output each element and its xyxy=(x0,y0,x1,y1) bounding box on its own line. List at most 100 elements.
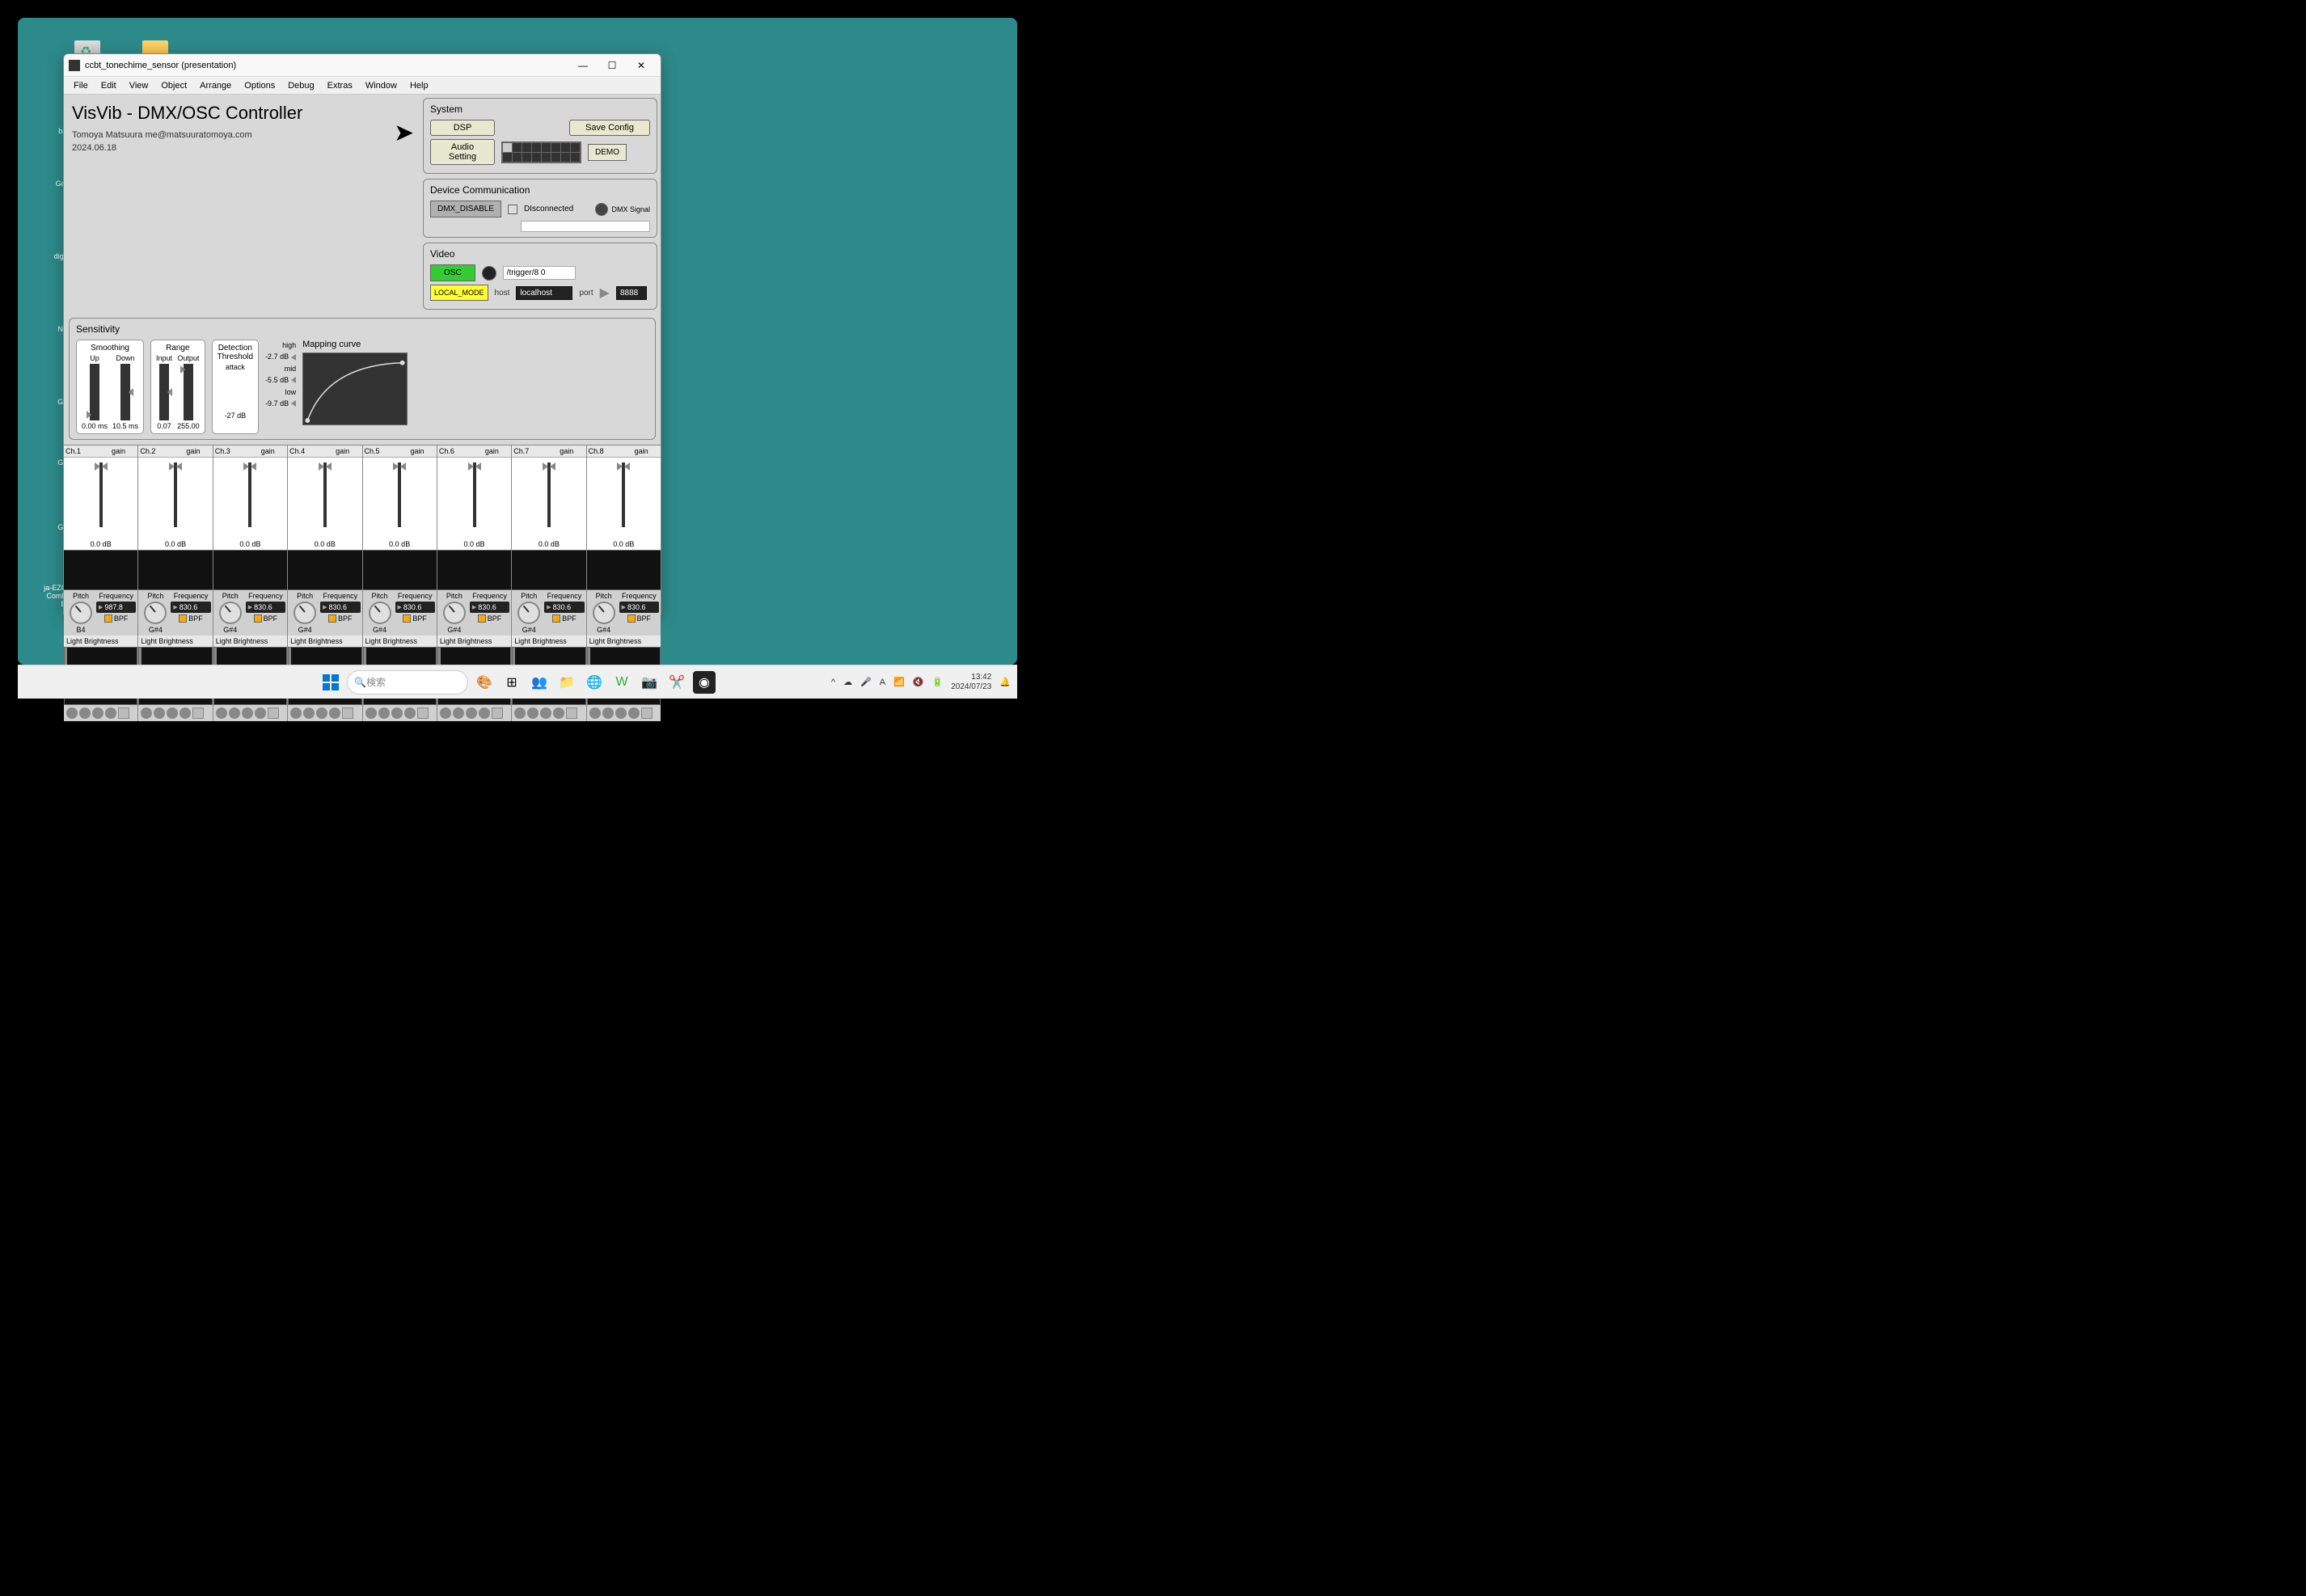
curve-editor[interactable] xyxy=(302,353,408,425)
teams-icon[interactable]: 👥 xyxy=(528,671,551,694)
pd-icon[interactable]: ◉ xyxy=(693,671,716,694)
dsp-button[interactable]: DSP xyxy=(430,120,495,136)
bpf-checkbox[interactable] xyxy=(328,614,336,623)
port-input[interactable] xyxy=(616,286,647,300)
save-config-button[interactable]: Save Config xyxy=(569,120,650,136)
frequency-value[interactable]: 987.8 xyxy=(96,602,136,613)
notifications-icon[interactable]: 🔔 xyxy=(999,677,1011,687)
pitch-knob[interactable] xyxy=(517,602,540,624)
pitch-knob[interactable] xyxy=(443,602,466,624)
demo-button[interactable]: DEMO xyxy=(588,144,627,161)
gain-slider[interactable] xyxy=(622,462,625,527)
close-button[interactable]: ✕ xyxy=(627,56,656,75)
ime-icon[interactable]: A xyxy=(880,678,885,687)
osc-button[interactable]: OSC xyxy=(430,264,475,281)
menu-help[interactable]: Help xyxy=(851,130,883,145)
bpf-checkbox[interactable] xyxy=(104,614,112,623)
volume-icon[interactable]: 🔇 xyxy=(913,677,924,687)
gain-slider[interactable] xyxy=(398,462,401,527)
menu-edit[interactable]: Edit xyxy=(95,78,123,93)
local-mode-button[interactable]: LOCAL_MODE xyxy=(430,285,488,301)
snip-icon[interactable]: ✂️ xyxy=(665,671,688,694)
wifi-icon[interactable]: 📶 xyxy=(893,677,905,687)
close-button[interactable]: ✕ xyxy=(961,182,990,201)
explorer-icon[interactable]: 📁 xyxy=(555,671,578,694)
task-view-icon[interactable]: ⊞ xyxy=(500,671,523,694)
main-window[interactable]: ccbt_tonechime_sensor (presentation) — ☐… xyxy=(63,53,661,615)
filter-input[interactable]: 🔍 Filter xyxy=(791,151,912,165)
minimize-button[interactable]: — xyxy=(847,108,876,127)
clock[interactable]: 13:42 2024/07/23 xyxy=(951,673,991,692)
app-icon[interactable]: W xyxy=(610,671,633,694)
bpf-checkbox[interactable] xyxy=(179,614,187,623)
menu-object[interactable]: Object xyxy=(154,78,193,93)
explorer-window[interactable]: — ☐ ✕ 🔍 詳細 xyxy=(689,179,996,608)
start-button[interactable] xyxy=(319,671,342,694)
pitch-knob[interactable] xyxy=(593,602,615,624)
disconnected-checkbox[interactable] xyxy=(508,205,517,214)
bpf-checkbox[interactable] xyxy=(552,614,560,623)
close-button[interactable]: ✕ xyxy=(905,108,934,127)
smoothing-up-slider[interactable] xyxy=(90,364,99,420)
gain-slider[interactable] xyxy=(473,462,476,527)
minimize-button[interactable]: — xyxy=(568,56,598,75)
frequency-value[interactable]: 830.6 xyxy=(246,602,285,613)
gain-slider[interactable] xyxy=(547,462,551,527)
pitch-knob[interactable] xyxy=(369,602,391,624)
menu-view[interactable]: View xyxy=(123,78,155,93)
gain-slider[interactable] xyxy=(174,462,177,527)
menu-options[interactable]: Options xyxy=(238,78,281,93)
frequency-value[interactable]: 830.6 xyxy=(544,602,584,613)
view-toggle[interactable] xyxy=(961,589,995,607)
menu-file[interactable]: File xyxy=(67,78,95,93)
search-icon[interactable]: 🔍 xyxy=(966,207,987,228)
battery-icon[interactable]: 🔋 xyxy=(932,677,944,687)
menu-help[interactable]: Help xyxy=(403,78,435,93)
pitch-knob[interactable] xyxy=(70,602,92,624)
frequency-value[interactable]: 830.6 xyxy=(619,602,659,613)
menu-arrange[interactable]: Arrange xyxy=(193,78,238,93)
pitch-knob[interactable] xyxy=(144,602,167,624)
mic-icon[interactable]: 🎤 xyxy=(860,677,872,687)
frequency-value[interactable]: 830.6 xyxy=(320,602,360,613)
taskbar-search[interactable]: 🔍 検索 xyxy=(347,670,468,695)
copilot-icon[interactable]: 🎨 xyxy=(473,671,496,694)
gain-slider[interactable] xyxy=(248,462,251,527)
add-button[interactable]: + xyxy=(919,150,932,165)
bpf-checkbox[interactable] xyxy=(254,614,262,623)
trigger-input[interactable] xyxy=(503,266,576,280)
frequency-value[interactable]: 830.6 xyxy=(395,602,435,613)
smoothing-down-slider[interactable] xyxy=(120,364,130,420)
pitch-knob[interactable] xyxy=(219,602,242,624)
bpf-checkbox[interactable] xyxy=(478,614,486,623)
maximize-button[interactable]: ☐ xyxy=(932,182,961,201)
maximize-button[interactable]: ☐ xyxy=(876,108,905,127)
menu-window[interactable]: Window xyxy=(797,130,842,145)
menu-window[interactable]: Window xyxy=(359,78,403,93)
gain-slider[interactable] xyxy=(99,462,103,527)
onedrive-icon[interactable]: ☁ xyxy=(843,677,852,687)
bpf-checkbox[interactable] xyxy=(627,614,636,623)
color-palette[interactable] xyxy=(501,141,581,163)
tray-chevron-icon[interactable]: ^ xyxy=(831,678,835,687)
main-titlebar[interactable]: ccbt_tonechime_sensor (presentation) — ☐… xyxy=(64,54,661,77)
details-toggle[interactable]: 詳細 xyxy=(957,237,987,250)
minimize-button[interactable]: — xyxy=(903,182,932,201)
chrome-icon[interactable]: 🌐 xyxy=(583,671,606,694)
explorer-titlebar[interactable]: — ☐ ✕ xyxy=(690,180,995,203)
frequency-value[interactable]: 830.6 xyxy=(171,602,210,613)
host-input[interactable] xyxy=(516,286,572,300)
dmx-disable-button[interactable]: DMX_DISABLE xyxy=(430,201,501,217)
menu-extras[interactable]: Extras xyxy=(749,130,787,145)
maximize-button[interactable]: ☐ xyxy=(598,56,627,75)
menu-debug[interactable]: Debug xyxy=(700,130,739,145)
audio-setting-button[interactable]: Audio Setting xyxy=(430,139,495,165)
menu-debug[interactable]: Debug xyxy=(281,78,320,93)
menu-extras[interactable]: Extras xyxy=(321,78,359,93)
range-input-slider[interactable] xyxy=(159,364,169,420)
bpf-checkbox[interactable] xyxy=(403,614,411,623)
range-output-slider[interactable] xyxy=(184,364,193,420)
frequency-value[interactable]: 830.6 xyxy=(470,602,509,613)
camera-icon[interactable]: 📷 xyxy=(638,671,661,694)
pitch-knob[interactable] xyxy=(294,602,316,624)
